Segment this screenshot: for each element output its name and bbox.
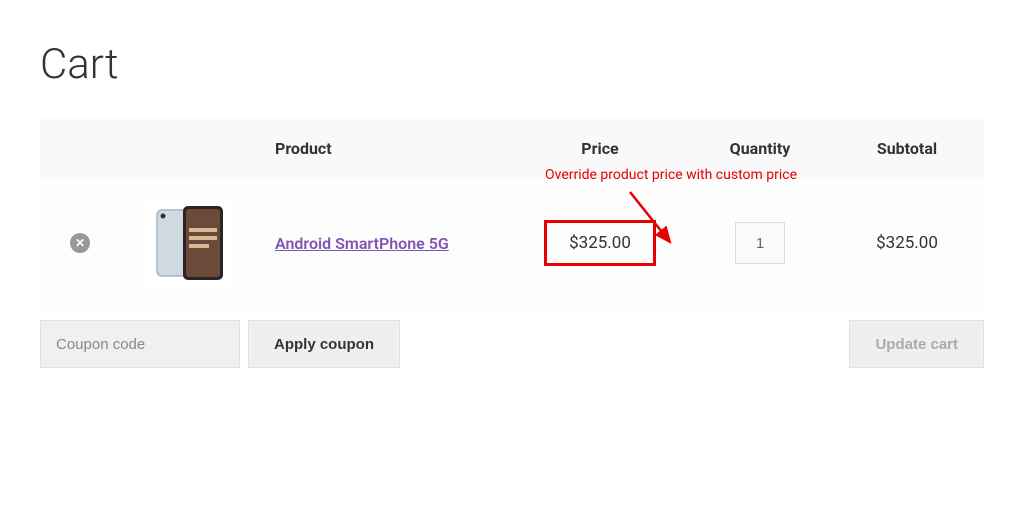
update-cart-button[interactable]: Update cart xyxy=(849,320,984,368)
col-header-thumb xyxy=(120,119,260,178)
apply-coupon-button[interactable]: Apply coupon xyxy=(248,320,400,368)
product-name-link[interactable]: Android SmartPhone 5G xyxy=(275,234,449,253)
product-price: $325.00 xyxy=(544,220,656,266)
cart-item-row: ✕ xyxy=(40,178,984,308)
remove-item-button[interactable]: ✕ xyxy=(70,233,90,253)
page-title: Cart xyxy=(40,40,984,89)
product-thumbnail[interactable] xyxy=(145,198,235,288)
cart-actions: Apply coupon Update cart xyxy=(40,320,984,368)
coupon-group: Apply coupon xyxy=(40,320,400,368)
col-header-product: Product xyxy=(260,119,510,178)
quantity-input[interactable] xyxy=(735,222,785,264)
product-subtotal: $325.00 xyxy=(830,178,984,308)
col-header-subtotal: Subtotal xyxy=(830,119,984,178)
col-header-remove xyxy=(40,119,120,178)
close-icon: ✕ xyxy=(75,236,85,250)
cart-table: Product Price Quantity Subtotal ✕ xyxy=(40,119,984,308)
coupon-code-input[interactable] xyxy=(40,320,240,368)
annotation-label: Override product price with custom price xyxy=(545,167,797,183)
